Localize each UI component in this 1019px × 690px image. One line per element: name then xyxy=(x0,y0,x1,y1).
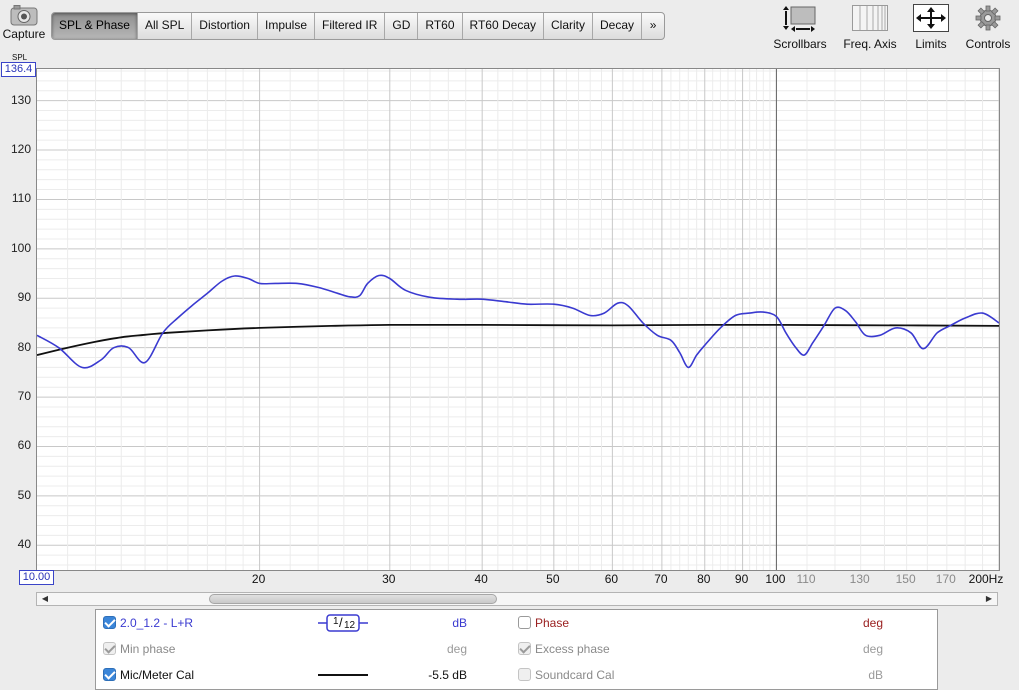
tab-spl-phase[interactable]: SPL & Phase xyxy=(52,13,138,39)
y-tick-label: 90 xyxy=(17,290,31,305)
x-tick-label: 130 xyxy=(849,572,870,586)
freq-axis-button[interactable]: Freq. Axis xyxy=(840,3,900,51)
scroll-left-arrow-icon[interactable]: ◀ xyxy=(38,593,52,605)
soundcard-cal-checkbox[interactable] xyxy=(518,668,531,681)
legend-row-measurement: 2.0_1.2 - L+R 1 / 12 dB Phase deg xyxy=(96,613,937,633)
tab-filtered-ir[interactable]: Filtered IR xyxy=(315,13,386,39)
x-tick-label: 50 xyxy=(546,572,560,586)
measurement-label: 2.0_1.2 - L+R xyxy=(120,616,194,630)
y-tick-label: 40 xyxy=(17,537,31,552)
x-tick-label: 40 xyxy=(474,572,488,586)
x-tick-label: 80 xyxy=(697,572,711,586)
min-phase-unit: deg xyxy=(446,642,467,656)
tab-impulse[interactable]: Impulse xyxy=(258,13,316,39)
measurement-unit: dB xyxy=(452,616,467,630)
capture-button[interactable]: Capture xyxy=(2,4,46,41)
legend-row-min-phase: Min phase deg Excess phase deg xyxy=(96,639,937,659)
limits-button[interactable]: Limits xyxy=(908,3,954,51)
spl-measurement-line xyxy=(37,274,999,369)
scrollbar-thumb[interactable] xyxy=(209,594,497,604)
limits-arrows-icon xyxy=(908,3,954,33)
min-phase-label: Min phase xyxy=(120,642,176,656)
tab-rt60-decay[interactable]: RT60 Decay xyxy=(463,13,544,39)
y-tick-label: 50 xyxy=(17,487,31,502)
y-tick-label: 130 xyxy=(10,92,31,107)
soundcard-cal-unit: dB xyxy=(868,668,883,682)
x-tick-label: 30 xyxy=(382,572,396,586)
controls-label: Controls xyxy=(965,37,1011,51)
scrollbars-button[interactable]: Scrollbars xyxy=(772,3,828,51)
legend-row-mic-cal: Mic/Meter Cal -5.5 dB Soundcard Cal dB xyxy=(96,665,937,685)
chart-svg xyxy=(37,69,999,570)
mic-cal-label: Mic/Meter Cal xyxy=(120,668,195,682)
view-tab-bar: SPL & Phase All SPL Distortion Impulse F… xyxy=(51,12,666,40)
tab-rt60[interactable]: RT60 xyxy=(418,13,463,39)
mic-cal-offset: -5.5 dB xyxy=(428,668,467,682)
y-max-field[interactable]: 136.4 xyxy=(1,62,36,77)
y-axis-name: SPL xyxy=(12,53,28,62)
excess-phase-checkbox[interactable] xyxy=(518,642,531,655)
x-tick-label: 70 xyxy=(654,572,668,586)
camera-icon xyxy=(10,4,38,26)
y-tick-label: 60 xyxy=(17,438,31,453)
mic-cal-line xyxy=(37,323,999,356)
spl-chart[interactable] xyxy=(36,68,1000,571)
tab-gd[interactable]: GD xyxy=(385,13,419,39)
freq-axis-icon xyxy=(840,3,900,33)
capture-label: Capture xyxy=(2,27,46,41)
freq-axis-label: Freq. Axis xyxy=(843,37,897,51)
x-tick-label: 150 xyxy=(895,572,916,586)
smoothing-numerator: 1 xyxy=(333,616,339,627)
limits-label: Limits xyxy=(915,37,947,51)
measurement-visible-checkbox[interactable] xyxy=(103,616,116,629)
smoothing-selector[interactable]: 1 / 12 xyxy=(318,614,368,632)
y-tick-label: 120 xyxy=(10,142,31,157)
x-min-field[interactable]: 10.00 xyxy=(19,570,54,585)
tab-decay[interactable]: Decay xyxy=(593,13,643,39)
y-tick-label: 70 xyxy=(17,389,31,404)
min-phase-checkbox[interactable] xyxy=(103,642,116,655)
soundcard-cal-label: Soundcard Cal xyxy=(535,668,615,682)
trace-legend-panel: 2.0_1.2 - L+R 1 / 12 dB Phase deg Min ph… xyxy=(95,609,938,690)
smoothing-denominator: 12 xyxy=(344,620,356,631)
x-tick-label: 90 xyxy=(734,572,749,586)
x-tick-label: 60 xyxy=(604,572,619,586)
scrollbars-icon xyxy=(772,3,828,33)
tab-all-spl[interactable]: All SPL xyxy=(138,13,193,39)
excess-phase-unit: deg xyxy=(862,642,883,656)
mic-cal-line-swatch xyxy=(318,674,368,676)
controls-button[interactable]: Controls xyxy=(962,3,1014,51)
y-tick-label: 80 xyxy=(17,339,31,354)
phase-unit: deg xyxy=(862,616,883,630)
tab-distortion[interactable]: Distortion xyxy=(192,13,258,39)
y-tick-label: 100 xyxy=(10,240,31,255)
phase-label: Phase xyxy=(535,616,570,630)
x-tick-label: 20 xyxy=(251,572,266,586)
x-tick-label: 200Hz xyxy=(968,572,1004,586)
y-tick-label: 110 xyxy=(11,191,31,206)
scroll-right-arrow-icon[interactable]: ▶ xyxy=(982,593,996,605)
mic-cal-checkbox[interactable] xyxy=(103,668,116,681)
phase-checkbox[interactable] xyxy=(518,616,531,629)
more-tabs-button[interactable]: » xyxy=(642,13,664,39)
x-tick-label: 110 xyxy=(796,572,816,586)
tab-clarity[interactable]: Clarity xyxy=(544,13,594,39)
x-tick-label: 170 xyxy=(935,572,956,586)
scrollbars-label: Scrollbars xyxy=(773,37,827,51)
gear-icon xyxy=(962,3,1014,33)
horizontal-scrollbar[interactable]: ◀ ▶ xyxy=(36,592,998,606)
smoothing-slash: / xyxy=(339,615,343,630)
excess-phase-label: Excess phase xyxy=(535,642,610,656)
x-tick-label: 100 xyxy=(765,572,786,586)
